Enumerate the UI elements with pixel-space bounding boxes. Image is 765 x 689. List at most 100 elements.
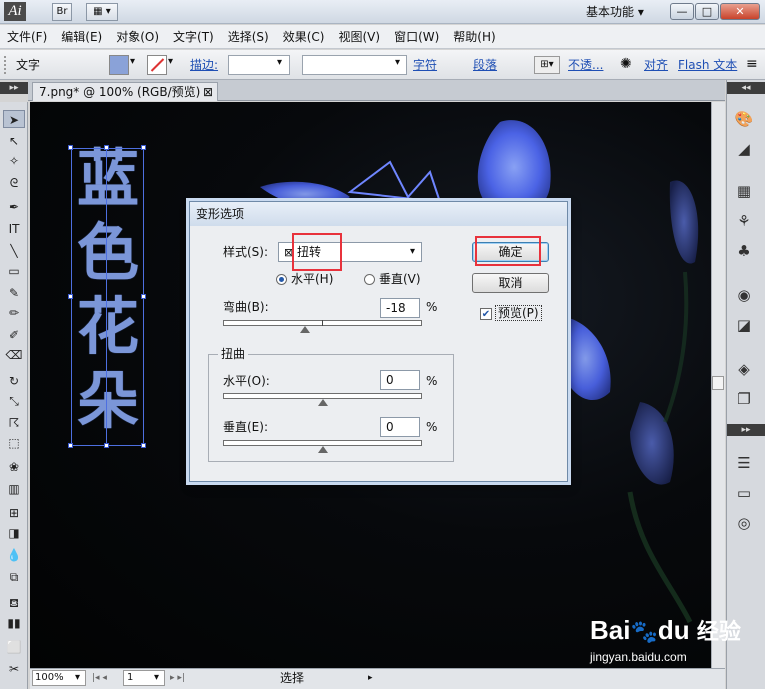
transparency-panel-icon[interactable]: ◎ <box>732 512 756 534</box>
stroke-link[interactable]: 描边: <box>190 50 218 80</box>
first-page-icon[interactable]: |◂ ◂ <box>92 670 107 686</box>
warp-tool-icon[interactable]: ☈ <box>3 414 25 432</box>
selection-tool-icon[interactable]: ➤ <box>3 110 25 128</box>
document-tab[interactable]: 7.png* @ 100% (RGB/预览) ⊠ <box>32 82 218 101</box>
selection-handle[interactable] <box>68 443 73 448</box>
menu-edit[interactable]: 编辑(E) <box>54 26 109 48</box>
close-window-button[interactable]: ✕ <box>720 3 760 20</box>
graph-tool-icon[interactable]: ▥ <box>3 480 25 498</box>
opacity-link[interactable]: 不透... <box>568 50 603 80</box>
recolor-icon[interactable]: ✺ <box>620 56 632 72</box>
horizontal-radio[interactable] <box>276 274 287 285</box>
workspace-switcher[interactable]: 基本功能 ▾ <box>586 3 664 21</box>
menu-bar: 文件(F) 编辑(E) 对象(O) 文字(T) 选择(S) 效果(C) 视图(V… <box>0 25 765 49</box>
color-panel-icon[interactable]: 🎨 <box>732 108 756 130</box>
panel-menu-icon[interactable]: ≡ <box>746 56 758 72</box>
chevron-down-icon[interactable]: ▾ <box>168 56 173 67</box>
menu-view[interactable]: 视图(V) <box>331 26 387 48</box>
symbol-sprayer-tool-icon[interactable]: ❀ <box>3 458 25 476</box>
artboard-tool-icon[interactable]: ⬜ <box>3 638 25 656</box>
stroke-weight-field[interactable]: ▾ <box>228 55 290 75</box>
menu-file[interactable]: 文件(F) <box>0 26 54 48</box>
eyedropper-tool-icon[interactable]: 💧 <box>3 546 25 564</box>
rotate-tool-icon[interactable]: ↻ <box>3 372 25 390</box>
bridge-button[interactable]: Br <box>52 3 72 21</box>
envelope-icon[interactable]: ⊞▾ <box>534 56 560 74</box>
mesh-tool-icon[interactable]: ⊞ <box>3 504 25 522</box>
symbols-panel-icon[interactable]: ♣ <box>732 240 756 262</box>
pencil-tool-icon[interactable]: ✏ <box>3 304 25 322</box>
scrollbar-thumb[interactable] <box>712 376 724 390</box>
distort-vertical-slider-thumb[interactable] <box>317 446 328 453</box>
menu-effect[interactable]: 效果(C) <box>276 26 332 48</box>
bend-slider-thumb[interactable] <box>299 326 310 333</box>
stroke-swatch[interactable] <box>147 55 167 75</box>
paintbrush-tool-icon[interactable]: ✎ <box>3 284 25 302</box>
blend-tool-icon[interactable]: ⧉ <box>3 568 25 586</box>
color-guide-panel-icon[interactable]: ◢ <box>732 138 756 160</box>
character-link[interactable]: 字符 <box>413 50 437 80</box>
selection-bounding-box[interactable] <box>71 148 144 446</box>
live-paint-tool-icon[interactable]: ⛾ <box>3 594 25 612</box>
magic-wand-tool-icon[interactable]: ✧ <box>3 152 25 170</box>
ok-highlight-box <box>475 236 541 266</box>
gradient-tool-icon[interactable]: ◨ <box>3 524 25 542</box>
fill-swatch[interactable] <box>109 55 129 75</box>
selection-handle[interactable] <box>104 145 109 150</box>
lasso-tool-icon[interactable]: ᘓ <box>3 174 25 192</box>
maximize-button[interactable]: □ <box>695 3 719 20</box>
column-graph-tool-icon[interactable]: ▮▮ <box>3 614 25 632</box>
swatches-panel-icon[interactable]: ▦ <box>732 180 756 202</box>
zoom-field[interactable]: 100% ▾ <box>32 670 86 686</box>
status-menu-icon[interactable]: ▸ <box>368 670 373 686</box>
arrange-documents-button[interactable]: ▦ ▾ <box>86 3 118 21</box>
selection-handle[interactable] <box>141 294 146 299</box>
cancel-button[interactable]: 取消 <box>472 273 549 293</box>
selection-handle[interactable] <box>68 294 73 299</box>
dock-collapse-icon[interactable]: ◂◂ <box>727 82 765 94</box>
scale-tool-icon[interactable]: ⤡ <box>3 392 25 410</box>
blob-brush-tool-icon[interactable]: ✐ <box>3 326 25 344</box>
menu-type[interactable]: 文字(T) <box>166 26 221 48</box>
distort-horizontal-slider-thumb[interactable] <box>317 399 328 406</box>
vertical-radio[interactable] <box>364 274 375 285</box>
selection-handle[interactable] <box>104 443 109 448</box>
direct-selection-tool-icon[interactable]: ↖ <box>3 132 25 150</box>
gradient-panel-icon[interactable]: ▭ <box>732 482 756 504</box>
distort-vertical-input[interactable]: 0 <box>380 417 420 437</box>
align-link[interactable]: 对齐 <box>644 50 668 80</box>
rectangle-tool-icon[interactable]: ▭ <box>3 262 25 280</box>
line-tool-icon[interactable]: ╲ <box>3 242 25 260</box>
pen-tool-icon[interactable]: ✒ <box>3 198 25 216</box>
menu-window[interactable]: 窗口(W) <box>387 26 446 48</box>
artboards-panel-icon[interactable]: ❐ <box>732 388 756 410</box>
brushes-panel-icon[interactable]: ⚘ <box>732 210 756 232</box>
layers-panel-icon[interactable]: ◈ <box>732 358 756 380</box>
menu-help[interactable]: 帮助(H) <box>446 26 502 48</box>
bend-input[interactable]: -18 <box>380 298 420 318</box>
stroke-panel-icon[interactable]: ☰ <box>732 452 756 474</box>
type-tool-icon[interactable]: IT <box>3 220 25 238</box>
appearance-panel-icon[interactable]: ◉ <box>732 284 756 306</box>
style-field[interactable]: ▾ <box>302 55 407 75</box>
slice-tool-icon[interactable]: ✂ <box>3 660 25 678</box>
minimize-button[interactable]: — <box>670 3 694 20</box>
tools-panel-collapse-icon[interactable]: ▸▸ <box>0 82 28 94</box>
next-page-icon[interactable]: ▸ ▸| <box>170 670 185 686</box>
preview-checkbox[interactable]: ✔ <box>480 308 492 320</box>
dock-collapse-icon[interactable]: ▸▸ <box>727 424 765 436</box>
chevron-down-icon[interactable]: ▾ <box>130 56 135 67</box>
free-transform-tool-icon[interactable]: ⬚ <box>3 434 25 452</box>
flash-text-link[interactable]: Flash 文本 <box>678 50 737 80</box>
distort-horizontal-input[interactable]: 0 <box>380 370 420 390</box>
paragraph-link[interactable]: 段落 <box>473 50 497 80</box>
graphic-styles-panel-icon[interactable]: ◪ <box>732 314 756 336</box>
eraser-tool-icon[interactable]: ⌫ <box>3 346 25 364</box>
menu-object[interactable]: 对象(O) <box>109 26 166 48</box>
selection-handle[interactable] <box>141 145 146 150</box>
selection-handle[interactable] <box>141 443 146 448</box>
close-tab-icon[interactable]: ⊠ <box>203 83 213 101</box>
selection-handle[interactable] <box>68 145 73 150</box>
menu-select[interactable]: 选择(S) <box>221 26 276 48</box>
page-field[interactable]: 1 ▾ <box>123 670 165 686</box>
